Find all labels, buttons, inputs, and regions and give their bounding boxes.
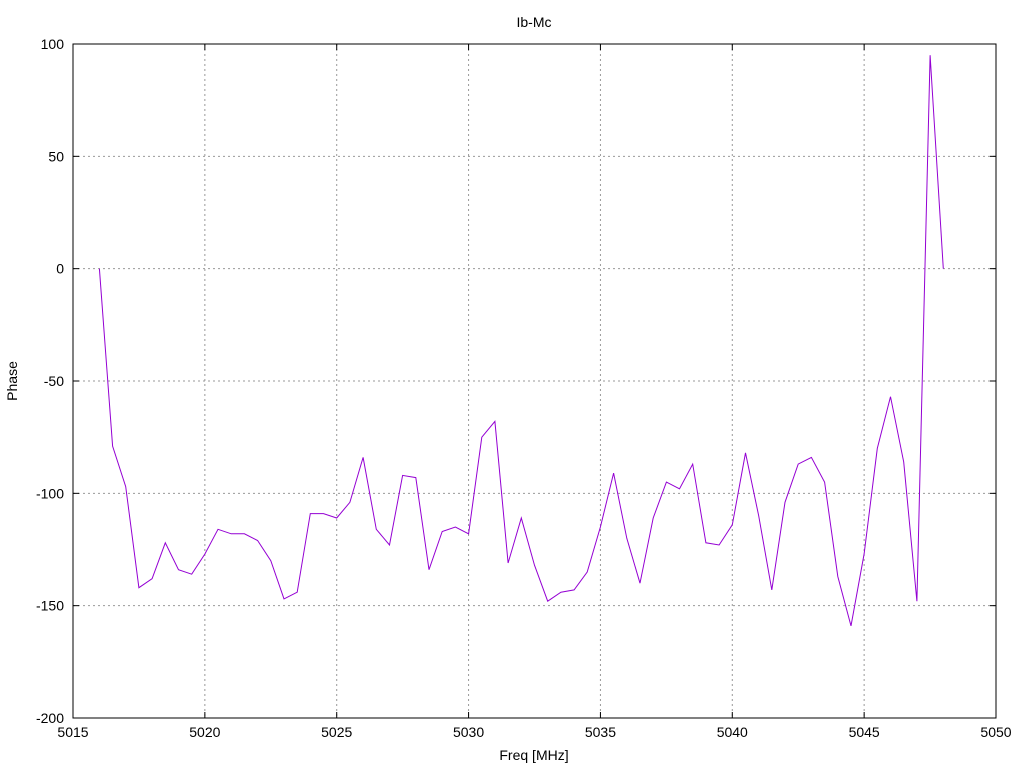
y-tick-label: 100 [41,36,65,52]
x-axis-label: Freq [MHz] [499,747,568,763]
y-tick-label: 0 [56,261,64,277]
y-tick-label: 50 [48,148,64,164]
series-line [98,55,944,627]
grid-lines [73,44,996,718]
x-tick-label: 5020 [189,724,220,740]
x-tick-label: 5045 [849,724,880,740]
y-tick-label: -200 [36,710,64,726]
y-tick-label: -150 [36,598,64,614]
x-tick-label: 5040 [717,724,748,740]
phase-line-chart: Ib-Mc 5015 5020 5025 5030 5035 5040 5045 5050 -… [4,14,1012,763]
x-tick-label: 5025 [321,724,352,740]
series-layer [98,55,944,627]
y-tick-label: -100 [36,485,64,501]
x-tick-labels: 5015 5020 5025 5030 5035 5040 5045 5050 [57,724,1011,740]
y-tick-label: -50 [44,373,64,389]
y-axis-label: Phase [4,361,20,401]
chart-title: Ib-Mc [517,14,552,30]
x-tick-label: 5050 [980,724,1011,740]
y-tick-labels: -200 -150 -100 -50 0 50 100 [36,36,64,726]
x-tick-label: 5035 [585,724,616,740]
x-tick-label: 5015 [57,724,88,740]
x-tick-label: 5030 [453,724,484,740]
